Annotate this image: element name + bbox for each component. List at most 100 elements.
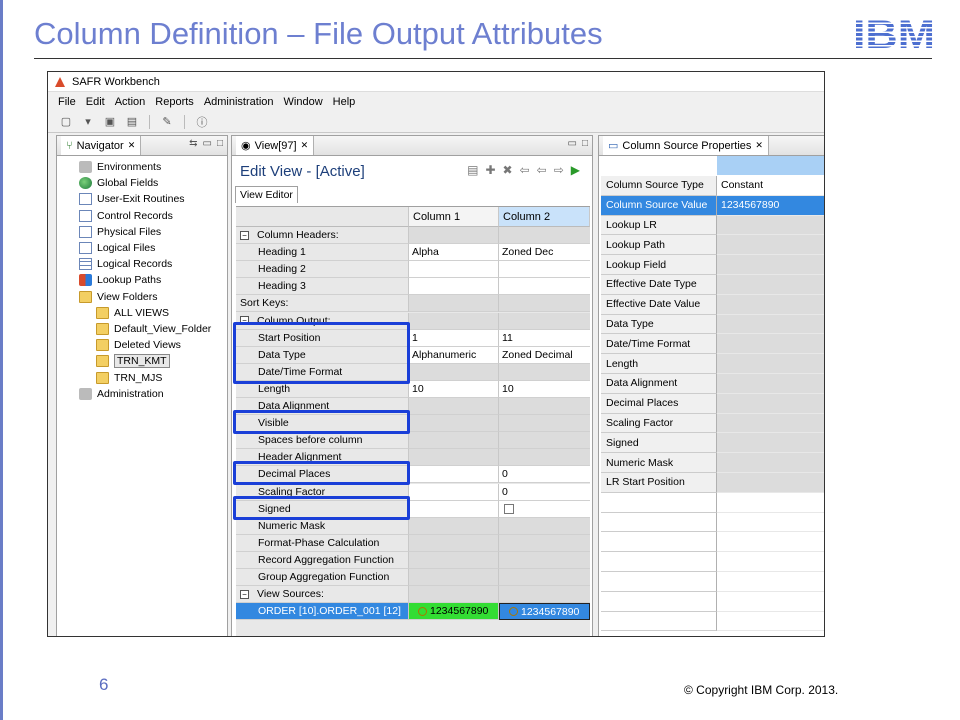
nav-item[interactable]: User-Exit Routines [79,191,227,207]
property-row[interactable]: Date/Time Format [601,334,824,355]
nav-item[interactable]: Global Fields [79,175,227,191]
grid-row[interactable]: Header Alignment [236,449,590,467]
column-1-cell[interactable] [409,415,499,433]
column-1-cell[interactable] [409,398,499,416]
column-2-cell[interactable]: 10 [499,380,590,398]
grid-row[interactable]: Sort Keys: [236,295,590,313]
grid-row[interactable]: − Column Headers: [236,227,590,245]
property-row[interactable]: LR Start Position [601,473,824,493]
column-1-cell[interactable] [409,534,499,552]
column-2-cell[interactable] [499,500,590,518]
grid-row[interactable]: Heading 1 Alpha Zoned Dec [236,244,590,262]
grid-row[interactable]: Group Aggregation Function [236,569,590,587]
menu-reports[interactable]: Reports [155,96,194,108]
close-icon[interactable]: ✕ [128,140,136,151]
property-value[interactable] [717,334,824,355]
nav-folder[interactable]: TRN_KMT [79,353,227,369]
column-1-cell[interactable] [409,295,499,313]
save-all-icon[interactable]: ▤ [124,114,140,130]
grid-row[interactable]: Signed [236,500,590,518]
column-1-cell[interactable] [409,586,499,604]
nav-item[interactable]: Control Records [79,208,227,224]
maximize-icon[interactable]: □ [582,138,588,149]
maximize-icon[interactable]: □ [217,138,223,149]
dropdown-arrow-icon[interactable]: ▾ [80,114,96,130]
nav-item[interactable]: Administration [79,386,227,402]
minimize-icon[interactable]: ▭ [568,138,577,149]
nav-item[interactable]: Environments [79,159,227,175]
column-2-cell[interactable] [499,551,590,569]
column-2-cell[interactable]: Zoned Decimal [499,346,590,364]
column-1-cell[interactable]: Alphanumeric [409,346,499,364]
move-right-icon[interactable]: ⇨ [554,163,564,177]
nav-folder[interactable]: TRN_MJS [79,369,227,385]
column-2-cell[interactable] [499,432,590,450]
grid-row[interactable]: ORDER [10].ORDER_001 [12] 1234567890 12345… [236,603,590,621]
column-1-cell[interactable] [409,483,499,501]
column-2-cell[interactable]: 1234567890 [499,603,590,621]
column-2-cell[interactable]: 0 [499,466,590,484]
new-icon[interactable]: ▢ [58,114,74,130]
grid-row[interactable]: Record Aggregation Function [236,551,590,569]
grid-row[interactable]: Date/Time Format [236,363,590,381]
grid-row[interactable]: Heading 2 [236,261,590,279]
column-1-cell[interactable] [409,363,499,381]
close-icon[interactable]: ✕ [301,140,309,151]
grid-row[interactable]: Numeric Mask [236,517,590,535]
grid-row[interactable]: Format-Phase Calculation [236,534,590,552]
column-1-cell[interactable]: Alpha [409,244,499,262]
column-1-cell[interactable]: 1234567890 [409,603,499,621]
grid-row[interactable]: Heading 3 [236,278,590,296]
property-row[interactable]: Scaling Factor [601,413,824,434]
property-value[interactable] [717,433,824,454]
nav-item[interactable]: Lookup Paths [79,272,227,288]
grid-row[interactable]: Spaces before column [236,432,590,450]
sync-icon[interactable]: ⇆ [189,138,197,149]
property-row[interactable]: Lookup Field [601,255,824,275]
tab-view[interactable]: ◉ View[97] ✕ [236,136,315,155]
column-2-cell[interactable]: 0 [499,483,590,501]
menu-edit[interactable]: Edit [86,96,105,108]
menu-help[interactable]: Help [333,96,356,108]
save-icon[interactable]: ▣ [102,114,118,130]
property-row[interactable]: Column Source Value 1234567890 [601,195,824,216]
nav-folder[interactable]: Deleted Views [79,337,227,353]
column-1-cell[interactable] [409,432,499,450]
column-1-cell[interactable] [409,500,499,518]
column-2-cell[interactable] [499,295,590,313]
column-2-cell[interactable] [499,449,590,467]
column-1-cell[interactable] [409,312,499,330]
help-icon[interactable]: ⓘ [194,114,210,130]
column-1-cell[interactable] [409,449,499,467]
pin-icon[interactable]: ✎ [159,114,175,130]
tab-navigator[interactable]: ⑂ Navigator ✕ [61,136,142,155]
column-header[interactable]: Column 1 [409,207,499,227]
property-value[interactable]: 1234567890 [717,195,824,216]
collapse-icon[interactable]: − [240,316,249,326]
property-value[interactable] [717,275,824,295]
column-2-cell[interactable] [499,278,590,296]
property-row[interactable]: Length [601,354,824,374]
grid-row[interactable]: Data Type Alphanumeric Zoned Decimal [236,346,590,364]
menu-administration[interactable]: Administration [204,96,274,108]
property-value[interactable] [717,294,824,315]
property-value[interactable] [717,215,824,236]
column-1-cell[interactable] [409,261,499,279]
tab-view-editor[interactable]: View Editor [235,186,298,203]
column-1-cell[interactable]: 10 [409,380,499,398]
property-row[interactable]: Numeric Mask [601,453,824,473]
grid-row[interactable]: Data Alignment [236,398,590,416]
property-value[interactable] [717,393,824,414]
property-value[interactable] [717,354,824,374]
property-value[interactable] [717,314,824,335]
tab-column-source-properties[interactable]: ▭ Column Source Properties ✕ [603,136,769,155]
column-2-cell[interactable] [499,398,590,416]
property-value[interactable] [717,235,824,256]
column-2-cell[interactable] [499,363,590,381]
column-2-cell[interactable] [499,261,590,279]
minimize-icon[interactable]: ▭ [203,138,212,149]
nav-folder[interactable]: Default_View_Folder [79,321,227,337]
column-2-cell[interactable] [499,517,590,535]
menu-action[interactable]: Action [115,96,146,108]
property-row[interactable]: Lookup LR [601,215,824,236]
